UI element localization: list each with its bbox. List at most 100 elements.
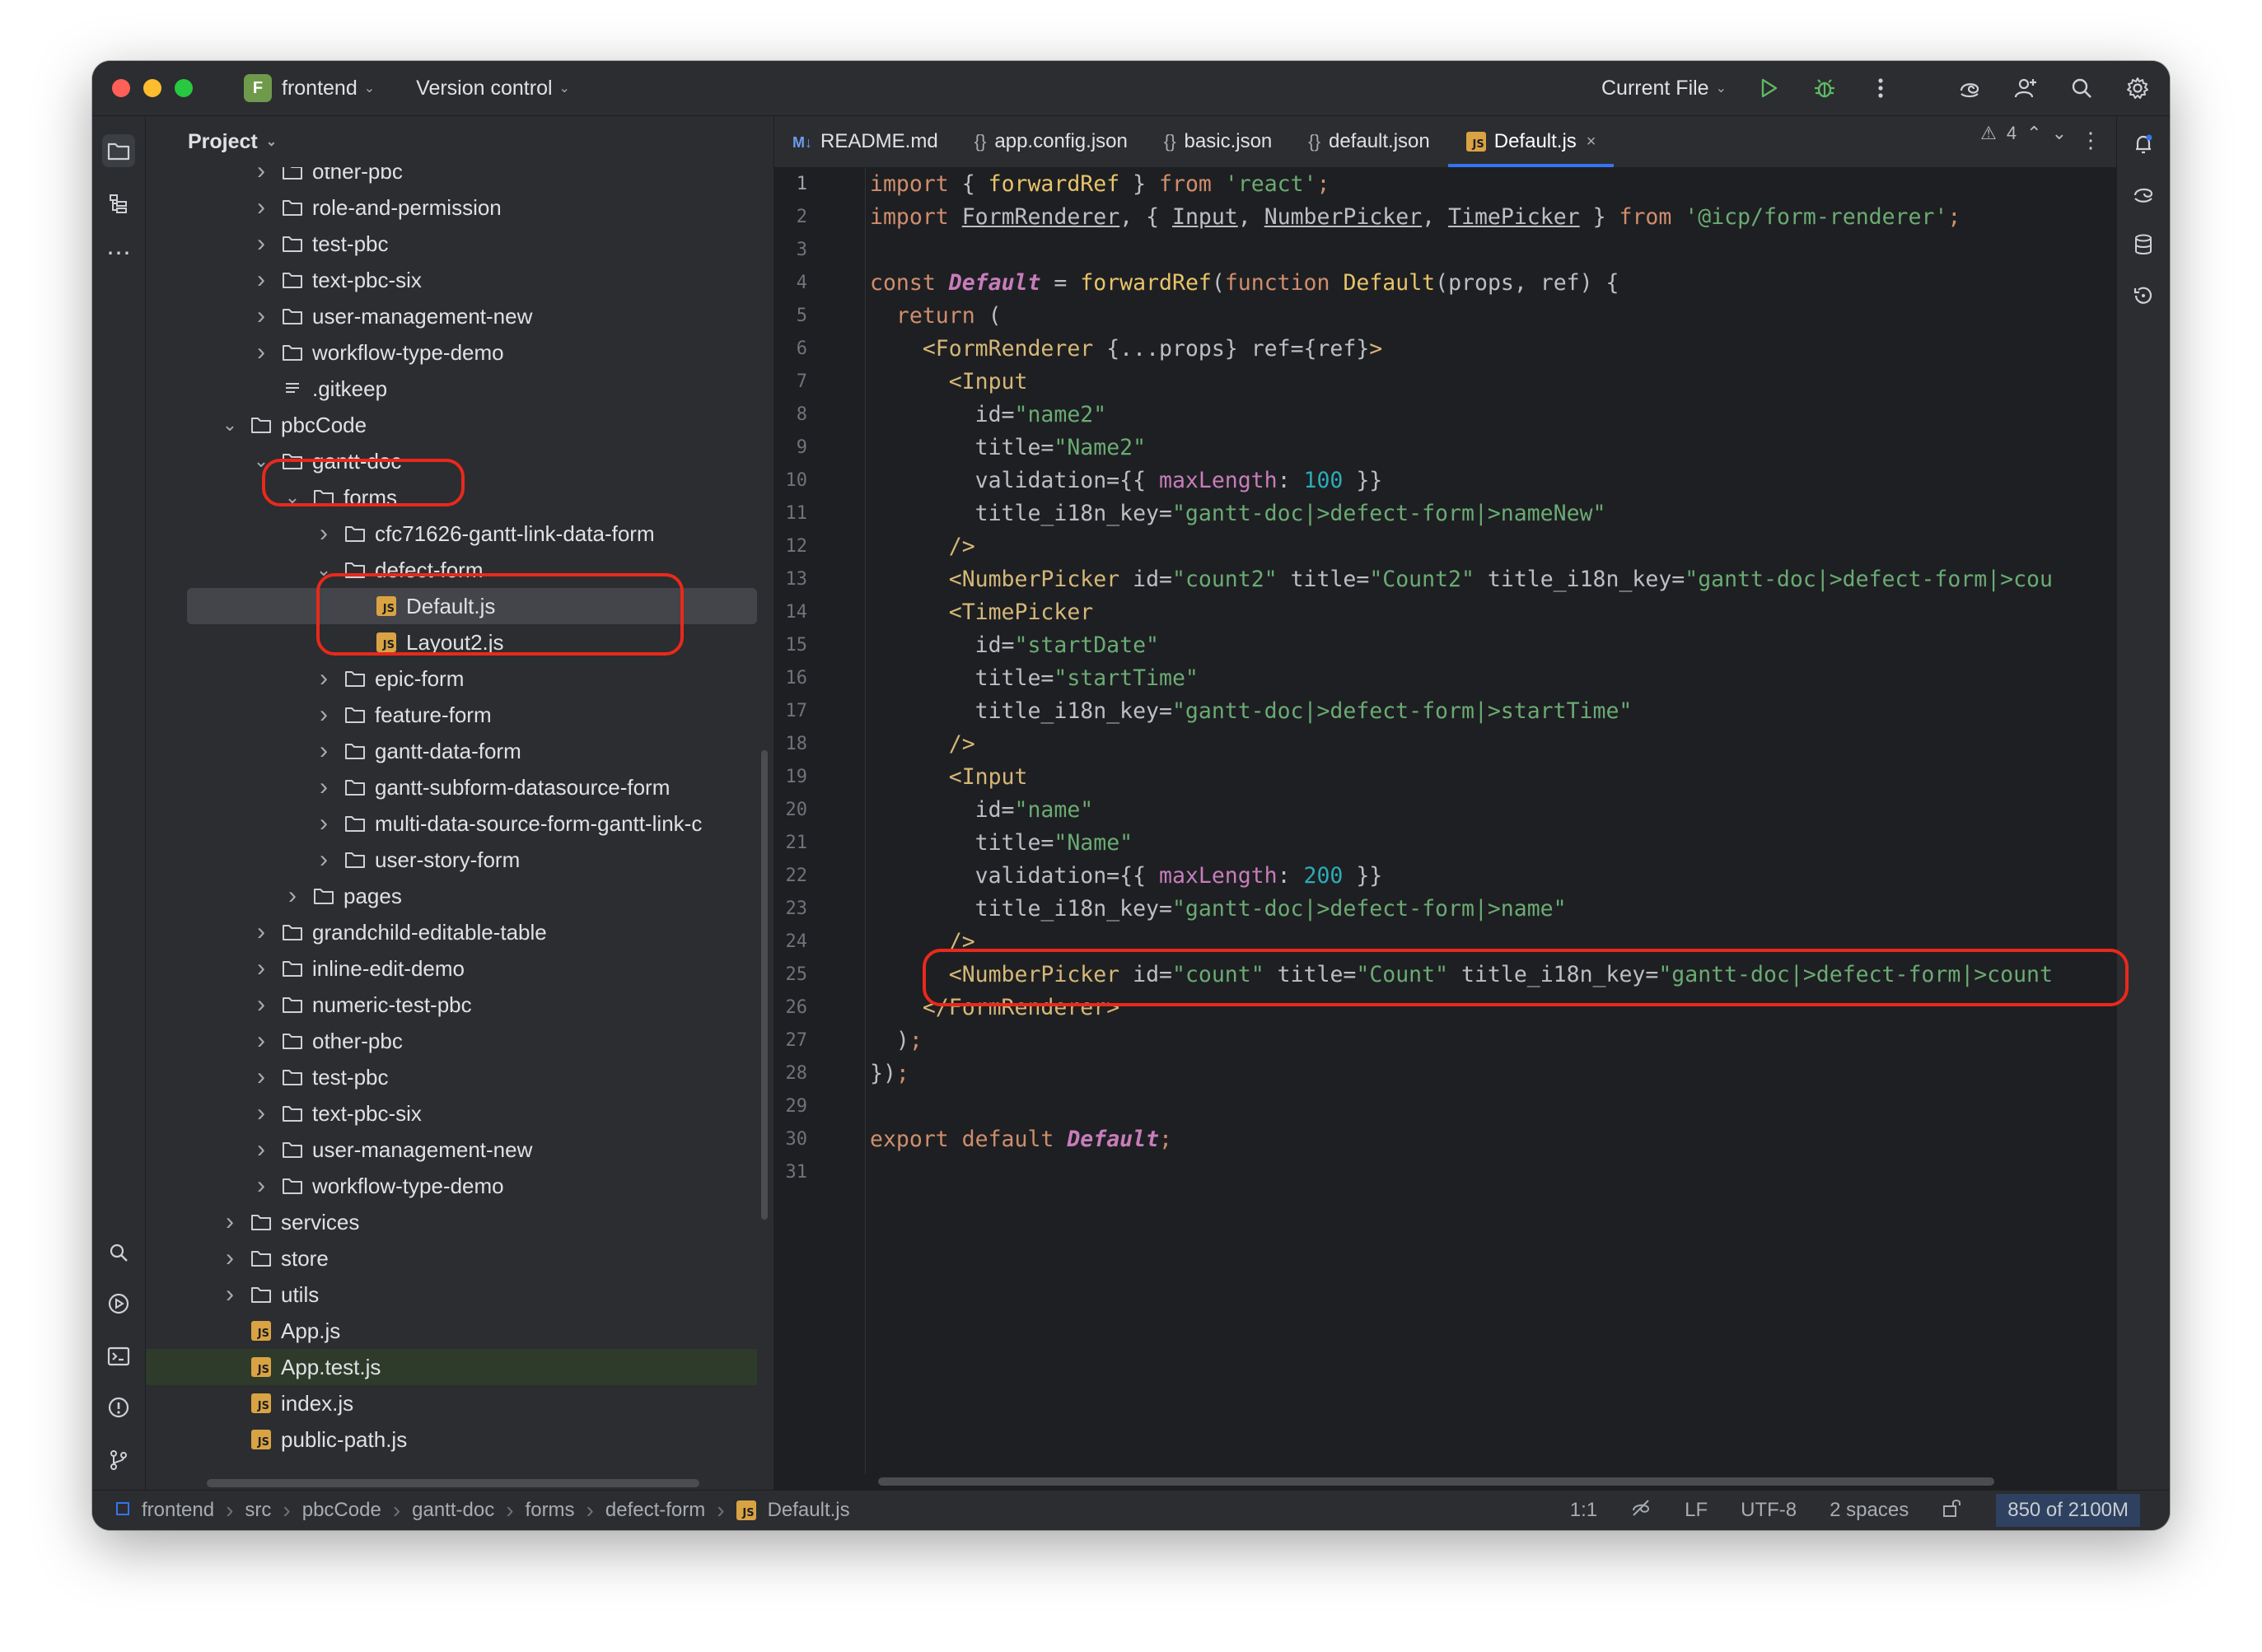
- chevron-right-icon[interactable]: ›: [253, 956, 269, 981]
- tab-readme-md[interactable]: M↓ README.md: [774, 116, 956, 167]
- chevron-right-icon[interactable]: ›: [253, 231, 269, 256]
- minimize-window-button[interactable]: [143, 79, 161, 97]
- tree-folder-item[interactable]: › gantt-data-form: [146, 733, 757, 769]
- tree-folder-item[interactable]: › other-pbc: [146, 1023, 757, 1059]
- chevron-right-icon[interactable]: ›: [253, 304, 269, 329]
- chevron-right-icon[interactable]: ›: [315, 775, 332, 800]
- version-control-menu[interactable]: Version control ⌄: [416, 77, 570, 100]
- project-badge[interactable]: F: [244, 74, 272, 102]
- no-inspections-icon[interactable]: [1630, 1497, 1652, 1524]
- tab-default-js[interactable]: JS Default.js ×: [1447, 116, 1615, 167]
- tree-folder-item[interactable]: › feature-form: [146, 697, 757, 733]
- folder-icon[interactable]: [102, 134, 135, 167]
- tree-folder-item[interactable]: › other-pbc: [146, 167, 757, 189]
- problems-icon[interactable]: [102, 1391, 135, 1424]
- indent-setting[interactable]: 2 spaces: [1830, 1499, 1909, 1522]
- tab-basic-json[interactable]: {} basic.json: [1146, 116, 1290, 167]
- tree-folder-item[interactable]: › text-pbc-six: [146, 262, 757, 298]
- chevron-right-icon[interactable]: ›: [253, 167, 269, 184]
- tree-file-item[interactable]: JS Layout2.js: [146, 624, 757, 660]
- tree-folder-item[interactable]: › user-management-new: [146, 1132, 757, 1168]
- ai-assistant-icon[interactable]: [1956, 74, 1984, 102]
- project-panel-header[interactable]: Project ⌄: [146, 116, 773, 167]
- tree-file-item[interactable]: JS App.js: [146, 1313, 757, 1349]
- tree-file-item[interactable]: JS public-path.js: [146, 1421, 757, 1458]
- close-tab-icon[interactable]: ×: [1587, 133, 1596, 152]
- database-icon[interactable]: [2127, 228, 2160, 261]
- tree-folder-item[interactable]: › gantt-subform-datasource-form: [146, 769, 757, 805]
- tree-folder-item[interactable]: › grandchild-editable-table: [146, 914, 757, 950]
- breadcrumb-item[interactable]: defect-form: [605, 1499, 705, 1522]
- chevron-down-icon[interactable]: ⌄: [315, 561, 332, 579]
- tree-folder-item[interactable]: › user-story-form: [146, 842, 757, 878]
- tree-folder-item[interactable]: › numeric-test-pbc: [146, 987, 757, 1023]
- services-run-icon[interactable]: [102, 1287, 135, 1320]
- memory-indicator[interactable]: 850 of 2100M: [1996, 1494, 2140, 1527]
- chevron-right-icon[interactable]: ›: [253, 1137, 269, 1162]
- breadcrumb-item[interactable]: pbcCode: [302, 1499, 381, 1522]
- tree-folder-item[interactable]: › text-pbc-six: [146, 1095, 757, 1132]
- more-tools-icon[interactable]: ⋯: [102, 236, 135, 269]
- tree-folder-item[interactable]: › store: [146, 1240, 757, 1276]
- breadcrumb-item[interactable]: gantt-doc: [412, 1499, 494, 1522]
- tab-options-icon[interactable]: ⋮: [2080, 128, 2101, 153]
- breadcrumb-item[interactable]: Default.js: [768, 1499, 850, 1522]
- tree-folder-item[interactable]: › multi-data-source-form-gantt-link-c: [146, 805, 757, 842]
- chevron-right-icon[interactable]: ›: [253, 1101, 269, 1126]
- tree-folder-item[interactable]: ⌄ forms: [146, 479, 757, 516]
- debug-icon[interactable]: [1811, 74, 1839, 102]
- code-editor[interactable]: import { forwardRef } from 'react'; impo…: [870, 168, 2101, 1474]
- chevron-right-icon[interactable]: ›: [315, 739, 332, 763]
- find-icon[interactable]: [102, 1236, 135, 1269]
- chevron-right-icon[interactable]: ›: [253, 1029, 269, 1053]
- breadcrumb-item[interactable]: src: [245, 1499, 271, 1522]
- tree-horizontal-scrollbar[interactable]: [207, 1479, 699, 1487]
- tree-folder-item[interactable]: › pages: [146, 878, 757, 914]
- tree-folder-item[interactable]: › epic-form: [146, 660, 757, 697]
- tree-file-item[interactable]: JS index.js: [146, 1385, 757, 1421]
- tree-file-item[interactable]: JS App.test.js: [146, 1349, 757, 1385]
- tree-folder-item[interactable]: › workflow-type-demo: [146, 1168, 757, 1204]
- chevron-down-icon[interactable]: ⌄: [253, 452, 269, 470]
- notifications-bell-icon[interactable]: [2127, 128, 2160, 161]
- chevron-right-icon[interactable]: ›: [315, 666, 332, 691]
- add-user-icon[interactable]: [2012, 74, 2040, 102]
- tree-folder-item[interactable]: › role-and-permission: [146, 189, 757, 226]
- chevron-right-icon[interactable]: ›: [284, 884, 301, 908]
- tree-folder-item[interactable]: ⌄ gantt-doc: [146, 443, 757, 479]
- tree-folder-item[interactable]: › inline-edit-demo: [146, 950, 757, 987]
- caret-position[interactable]: 1:1: [1570, 1499, 1597, 1522]
- chevron-right-icon[interactable]: ›: [315, 811, 332, 836]
- terminal-icon[interactable]: [102, 1340, 135, 1373]
- settings-gear-icon[interactable]: [2124, 74, 2152, 102]
- editor-horizontal-scrollbar[interactable]: [878, 1477, 1994, 1486]
- chevron-right-icon[interactable]: ›: [253, 268, 269, 292]
- chevron-right-icon[interactable]: ›: [253, 340, 269, 365]
- chevron-right-icon[interactable]: ›: [315, 521, 332, 546]
- line-separator[interactable]: LF: [1685, 1499, 1708, 1522]
- chevron-down-icon[interactable]: ⌄: [2052, 123, 2067, 144]
- project-switcher[interactable]: frontend ⌄: [282, 77, 375, 100]
- tree-folder-item[interactable]: › test-pbc: [146, 226, 757, 262]
- structure-icon[interactable]: [102, 187, 135, 220]
- chevron-down-icon[interactable]: ⌄: [284, 488, 301, 506]
- maximize-window-button[interactable]: [175, 79, 193, 97]
- tree-folder-item[interactable]: ⌄ pbcCode: [146, 407, 757, 443]
- chevron-right-icon[interactable]: ›: [222, 1246, 238, 1271]
- tab-default-json[interactable]: {} default.json: [1290, 116, 1447, 167]
- tree-vertical-scrollbar[interactable]: [761, 750, 768, 1220]
- chevron-right-icon[interactable]: ›: [253, 1065, 269, 1090]
- ai-chat-icon[interactable]: [2127, 177, 2160, 210]
- tree-file-item[interactable]: .gitkeep: [146, 371, 757, 407]
- chevron-up-icon[interactable]: ⌃: [2026, 123, 2041, 144]
- inspection-widget[interactable]: ⚠ 4 ⌃ ⌄: [1980, 123, 2067, 144]
- git-branch-icon[interactable]: [102, 1444, 135, 1477]
- file-encoding[interactable]: UTF-8: [1741, 1499, 1797, 1522]
- breadcrumb-item[interactable]: frontend: [142, 1499, 214, 1522]
- run-config-selector[interactable]: Current File ⌄: [1601, 77, 1727, 100]
- chevron-right-icon[interactable]: ›: [222, 1210, 238, 1234]
- readonly-lock-icon[interactable]: [1942, 1498, 1963, 1524]
- tree-folder-item[interactable]: › workflow-type-demo: [146, 334, 757, 371]
- tree-folder-item[interactable]: ⌄ defect-form: [146, 552, 757, 588]
- history-icon[interactable]: [2127, 279, 2160, 312]
